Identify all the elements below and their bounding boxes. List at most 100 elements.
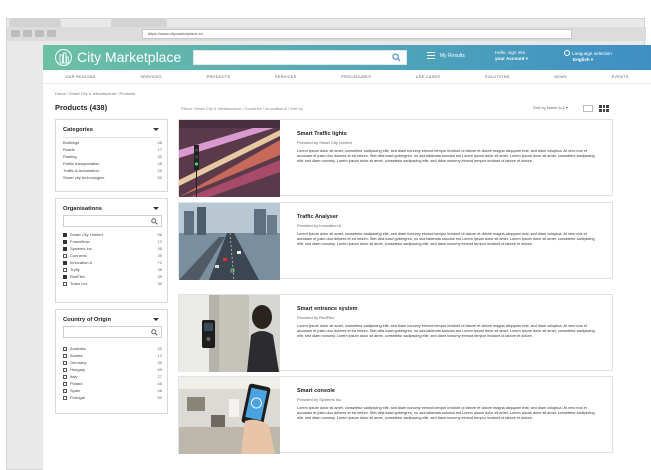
category-item[interactable]: Traffic & Automation 20: [63, 168, 162, 174]
organisation-item[interactable]: Innovation A 72: [63, 260, 162, 266]
forward-button[interactable]: [23, 30, 32, 37]
chevron-down-icon[interactable]: [153, 318, 159, 321]
nav-item[interactable]: SERVICES: [275, 75, 297, 79]
organisation-item[interactable]: RedFlex 39: [63, 274, 162, 280]
active-filters[interactable]: Filters: Smart City & Infrastructure / C…: [181, 106, 303, 111]
country-item[interactable]: Spain 48: [63, 388, 162, 394]
nav-item[interactable]: OUR REGIONS: [65, 75, 95, 79]
nav-item[interactable]: NEWS: [554, 75, 567, 79]
country-search-input[interactable]: [63, 326, 162, 338]
page-title: Products (438): [55, 103, 108, 112]
product-provider: Provided by RedFlex: [297, 315, 335, 320]
product-title[interactable]: Traffic Analyser: [297, 214, 338, 220]
product-card[interactable]: Smart entrance system Provided by RedFle…: [178, 294, 613, 372]
organisation-item[interactable]: Connexis 39: [63, 253, 162, 259]
product-title[interactable]: Smart entrance system: [297, 306, 358, 312]
checkbox[interactable]: [63, 281, 67, 286]
chevron-down-icon[interactable]: [153, 207, 159, 210]
checkbox[interactable]: [63, 260, 67, 265]
search-input[interactable]: [193, 50, 407, 65]
menu-icon: [427, 52, 435, 59]
product-title[interactable]: Smart console: [297, 388, 335, 394]
organisation-item[interactable]: Smart City Limited 98: [63, 232, 162, 238]
checkbox[interactable]: [63, 232, 67, 237]
checkbox[interactable]: [63, 388, 67, 393]
nav-item[interactable]: SOLUTIONS: [485, 75, 510, 79]
checkbox[interactable]: [63, 360, 67, 365]
browser-tab[interactable]: [9, 19, 61, 27]
sort-select[interactable]: Sort by Name A-Z ▾: [533, 105, 568, 110]
organisation-item[interactable]: Trans Ltd. 30: [63, 281, 162, 287]
country-item[interactable]: Italy 27: [63, 374, 162, 380]
product-image-traffic-lights[interactable]: [179, 120, 280, 197]
organisation-item[interactable]: Systems Inc. 35: [63, 246, 162, 252]
checkbox[interactable]: [63, 374, 67, 379]
organisation-item[interactable]: FutureNow 13: [63, 239, 162, 245]
checkbox[interactable]: [63, 381, 67, 386]
category-item[interactable]: Roads 17: [63, 147, 162, 153]
chevron-down-icon: ▾: [590, 57, 594, 62]
address-bar[interactable]: https://www.citymarketplace.eu: [142, 29, 572, 39]
organisation-item[interactable]: Tryfly 38: [63, 267, 162, 273]
nav-item[interactable]: SERVICES: [140, 75, 162, 79]
browser-tabs: [7, 19, 646, 27]
reload-button[interactable]: [35, 30, 44, 37]
category-item[interactable]: Parking 30: [63, 154, 162, 160]
chevron-down-icon: ▾: [565, 105, 568, 110]
language-selector[interactable]: Language selection English ▾: [564, 50, 612, 63]
checkbox[interactable]: [63, 253, 67, 258]
product-image-traffic-analyser[interactable]: [179, 203, 280, 280]
nav-item[interactable]: PROCEDURES: [341, 75, 371, 79]
site-logo-text[interactable]: City Marketplace: [77, 49, 181, 66]
browser-tab[interactable]: [111, 19, 167, 27]
organisation-search-input[interactable]: [63, 215, 162, 227]
categories-panel: Categories Buildings 48 Roads 17 Parking 30…: [55, 119, 168, 192]
product-image-smart-console[interactable]: [179, 377, 280, 454]
checkbox[interactable]: [63, 246, 67, 251]
product-card[interactable]: Smart console Provided by Systems Inc. L…: [178, 376, 613, 454]
checkbox[interactable]: [63, 346, 67, 351]
checkbox[interactable]: [63, 239, 67, 244]
product-description: Lorem ipsum dolor sit amet, consetetur s…: [297, 406, 595, 421]
product-image-entrance-system[interactable]: [179, 295, 280, 372]
search-icon[interactable]: [151, 329, 158, 336]
browser-toolbar: https://www.citymarketplace.eu: [7, 27, 646, 41]
product-card[interactable]: Smart Traffic lights Provided by Smart C…: [178, 119, 613, 197]
checkbox[interactable]: [63, 267, 67, 272]
language-value: English: [573, 57, 590, 62]
category-item[interactable]: Smart city technologies 50: [63, 175, 162, 181]
checkbox[interactable]: [63, 274, 67, 279]
country-title: Country of Origin: [63, 317, 111, 323]
category-item[interactable]: Buildings 48: [63, 140, 162, 146]
country-item[interactable]: Hungary 40: [63, 367, 162, 373]
account-menu[interactable]: Hello, sign into your Account ▾: [495, 50, 528, 62]
nav-item[interactable]: EVENTS: [612, 75, 629, 79]
chevron-down-icon[interactable]: [153, 128, 159, 131]
sort-label: Sort by Name A-Z: [533, 105, 565, 110]
product-provider: Provided by Innovation A: [297, 223, 342, 228]
list-view-icon[interactable]: [583, 105, 593, 112]
checkbox[interactable]: [63, 367, 67, 372]
back-button[interactable]: [11, 30, 20, 37]
country-item[interactable]: Australia 20: [63, 346, 162, 352]
checkbox[interactable]: [63, 395, 67, 400]
city-logo-icon[interactable]: [55, 49, 72, 66]
nav-item[interactable]: USE CASES: [416, 75, 440, 79]
country-item[interactable]: Germany 30: [63, 360, 162, 366]
product-title[interactable]: Smart Traffic lights: [297, 131, 347, 137]
country-item[interactable]: Portugal 50: [63, 395, 162, 401]
checkbox[interactable]: [63, 353, 67, 358]
product-provider: Provided by Smart City Limited: [297, 140, 352, 145]
product-card[interactable]: Traffic Analyser Provided by Innovation …: [178, 202, 613, 280]
home-button[interactable]: [47, 30, 56, 37]
country-item[interactable]: Austria 12: [63, 353, 162, 359]
my-results-button[interactable]: My Results: [427, 52, 465, 59]
country-item[interactable]: Poland 45: [63, 381, 162, 387]
nav-item[interactable]: PRODUCTS: [207, 75, 231, 79]
breadcrumb[interactable]: Home / Smart City & Infrastructure / Pro…: [55, 91, 135, 96]
grid-view-icon[interactable]: [599, 105, 609, 112]
search-icon[interactable]: [151, 218, 158, 225]
search-icon[interactable]: [392, 53, 401, 62]
account-label: your Account: [495, 56, 525, 61]
category-item[interactable]: Public transportation 45: [63, 161, 162, 167]
